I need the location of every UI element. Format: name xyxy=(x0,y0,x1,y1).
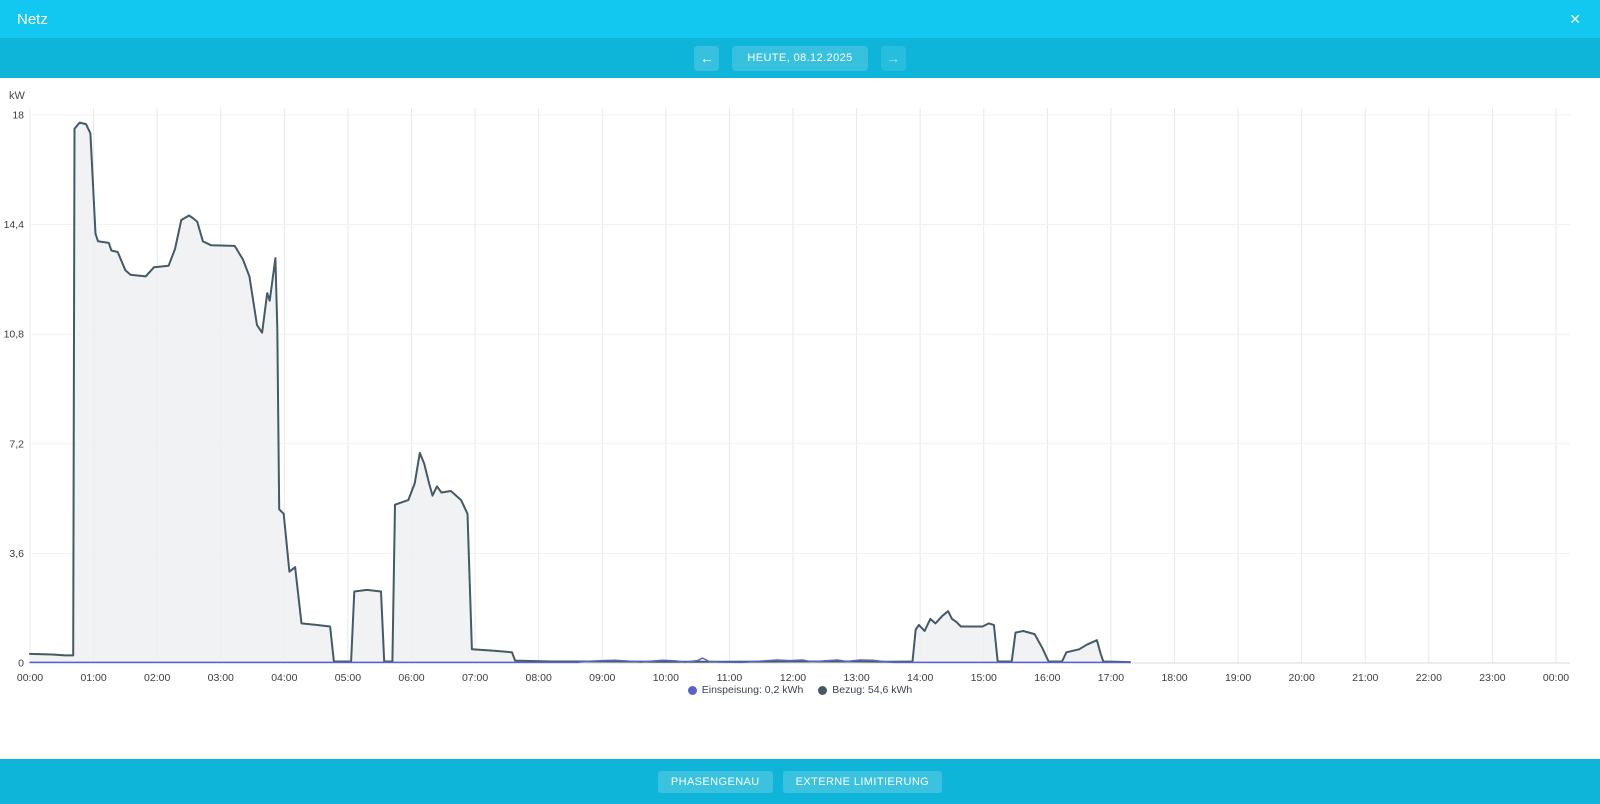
next-day-button[interactable]: → xyxy=(880,45,906,71)
y-tick-label: 10,8 xyxy=(4,329,25,341)
phasengenau-button[interactable]: PHASENGENAU xyxy=(657,771,773,793)
legend-label-bezug: Bezug: 54,6 kWh xyxy=(832,684,913,696)
x-tick-label: 00:00 xyxy=(1543,672,1569,684)
close-icon[interactable]: ✕ xyxy=(1567,10,1583,28)
x-tick-label: 04:00 xyxy=(271,672,297,684)
x-tick-label: 17:00 xyxy=(1098,672,1124,684)
x-tick-label: 07:00 xyxy=(462,672,488,684)
x-tick-label: 14:00 xyxy=(907,672,933,684)
prev-day-button[interactable]: ← xyxy=(694,45,720,71)
einspeisung-dot-icon xyxy=(687,685,697,695)
x-tick-label: 12:00 xyxy=(780,672,806,684)
header-bar: Netz ✕ xyxy=(0,0,1600,38)
x-tick-label: 00:00 xyxy=(17,672,43,684)
x-tick-label: 09:00 xyxy=(589,672,615,684)
y-tick-label: 7,2 xyxy=(9,438,24,450)
x-tick-label: 10:00 xyxy=(653,672,679,684)
x-tick-label: 06:00 xyxy=(398,672,424,684)
y-tick-label: 3,6 xyxy=(9,548,24,560)
externe-limitierung-button[interactable]: EXTERNE LIMITIERUNG xyxy=(782,771,943,793)
x-tick-label: 08:00 xyxy=(526,672,552,684)
x-tick-label: 21:00 xyxy=(1352,672,1378,684)
series-bezug-area xyxy=(30,122,1130,664)
x-tick-label: 16:00 xyxy=(1034,672,1060,684)
legend-item-bezug[interactable]: Bezug: 54,6 kWh xyxy=(818,684,912,696)
date-button[interactable]: HEUTE, 08.12.2025 xyxy=(732,45,868,71)
x-tick-label: 20:00 xyxy=(1289,672,1315,684)
x-tick-label: 01:00 xyxy=(80,672,106,684)
x-tick-label: 11:00 xyxy=(717,672,743,684)
y-tick-label: 0 xyxy=(18,658,24,670)
x-tick-label: 03:00 xyxy=(208,672,234,684)
arrow-right-icon: → xyxy=(886,50,901,66)
footer-bar: PHASENGENAU EXTERNE LIMITIERUNG xyxy=(0,759,1600,804)
x-tick-label: 18:00 xyxy=(1161,672,1187,684)
arrow-left-icon: ← xyxy=(699,50,714,66)
y-tick-label: 14,4 xyxy=(4,219,25,231)
x-tick-label: 13:00 xyxy=(843,672,869,684)
x-tick-label: 19:00 xyxy=(1225,672,1251,684)
chart-canvas[interactable]: 0 3,6 7,2 10,8 14,4 18 kW 00:00 01:00 02:00 03:00 0… xyxy=(0,78,1600,698)
bezug-dot-icon xyxy=(818,685,828,695)
y-tick-label: 18 xyxy=(12,110,24,122)
legend-item-einspeisung[interactable]: Einspeisung: 0,2 kWh xyxy=(687,684,804,696)
legend-label-einspeisung: Einspeisung: 0,2 kWh xyxy=(701,684,804,696)
x-tick-label: 15:00 xyxy=(971,672,997,684)
page-title: Netz xyxy=(17,10,48,28)
x-tick-label: 22:00 xyxy=(1416,672,1442,684)
power-chart[interactable]: 0 3,6 7,2 10,8 14,4 18 kW 00:00 01:00 02:00 03:00 0… xyxy=(0,78,1600,698)
y-axis-unit: kW xyxy=(9,90,26,102)
x-tick-label: 23:00 xyxy=(1479,672,1505,684)
date-toolbar: ← HEUTE, 08.12.2025 → xyxy=(0,38,1600,78)
x-tick-label: 05:00 xyxy=(335,672,361,684)
x-tick-label: 02:00 xyxy=(144,672,170,684)
chart-legend: Einspeisung: 0,2 kWh Bezug: 54,6 kWh xyxy=(0,684,1600,696)
